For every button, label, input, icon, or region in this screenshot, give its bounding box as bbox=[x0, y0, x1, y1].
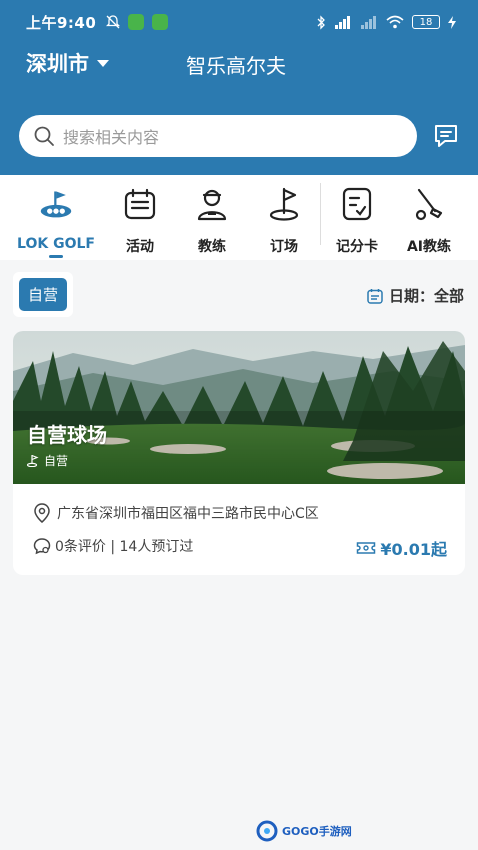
search-input[interactable]: 搜索相关内容 bbox=[19, 115, 417, 157]
app-title: 智乐高尔夫 bbox=[186, 54, 286, 78]
charging-icon bbox=[448, 15, 456, 29]
chevron-down-icon bbox=[97, 59, 109, 67]
category-label: 记分卡 bbox=[336, 239, 378, 255]
status-time: 上午9:40 bbox=[26, 13, 97, 32]
category-label: 教练 bbox=[198, 239, 226, 255]
bluetooth-icon bbox=[317, 14, 325, 30]
category-booking[interactable]: 订场 bbox=[248, 175, 320, 260]
signal-2-icon bbox=[361, 16, 376, 29]
app-notify-icon-2 bbox=[152, 14, 169, 30]
venue-price-text: ¥0.01起 bbox=[380, 540, 447, 559]
app-notify-icon bbox=[128, 14, 145, 30]
ticket-icon bbox=[357, 542, 376, 554]
venue-card[interactable]: 自营球场 自营 广东省深圳市福田区福中三路市民中心C区 0条评价 | 14人预订… bbox=[13, 331, 465, 575]
signal-icon bbox=[335, 16, 350, 29]
venue-name: 自营球场 bbox=[27, 423, 107, 447]
city-label: 深圳市 bbox=[26, 52, 89, 76]
category-ai-coach[interactable]: AI教练 bbox=[393, 175, 465, 260]
city-selector[interactable]: 深圳市 bbox=[26, 48, 109, 78]
battery-icon: 18 bbox=[412, 15, 440, 29]
category-label: LOK GOLF bbox=[17, 236, 95, 252]
category-label: AI教练 bbox=[406, 239, 452, 255]
scorecard-icon bbox=[340, 186, 374, 222]
mute-bell-icon bbox=[106, 15, 121, 29]
watermark: GOGO手游网 bbox=[256, 820, 352, 842]
wifi-icon bbox=[386, 15, 404, 29]
venue-type: 自营 bbox=[27, 452, 68, 469]
search-placeholder: 搜索相关内容 bbox=[63, 128, 160, 147]
venue-image bbox=[13, 331, 465, 484]
venue-price: ¥0.01起 bbox=[356, 536, 447, 560]
status-left-icons bbox=[106, 14, 169, 30]
venue-address-text: 广东省深圳市福田区福中三路市民中心C区 bbox=[57, 506, 319, 522]
coach-icon bbox=[195, 186, 229, 222]
category-scorecard[interactable]: 记分卡 bbox=[321, 175, 393, 260]
flag-small-icon bbox=[27, 454, 39, 467]
watermark-text: GOGO手游网 bbox=[282, 825, 352, 838]
category-activity[interactable]: 活动 bbox=[104, 175, 176, 260]
category-label: 订场 bbox=[270, 239, 298, 255]
search-icon bbox=[34, 126, 54, 146]
venue-stats: 0条评价 | 14人预订过 bbox=[33, 536, 193, 556]
venue-address: 广东省深圳市福田区福中三路市民中心C区 bbox=[33, 503, 319, 523]
location-pin-icon bbox=[34, 503, 50, 523]
calendar-icon bbox=[123, 186, 157, 222]
date-filter[interactable]: 日期：全部 bbox=[367, 285, 464, 306]
watermark-logo-icon bbox=[256, 820, 278, 842]
venue-stats-text: 0条评价 | 14人预订过 bbox=[55, 539, 194, 555]
message-icon[interactable] bbox=[432, 122, 460, 150]
golf-logo-icon bbox=[39, 186, 73, 222]
category-lok-golf[interactable]: LOK GOLF bbox=[8, 175, 104, 260]
category-label: 活动 bbox=[126, 239, 154, 255]
self-operated-tag[interactable]: 自营 bbox=[19, 278, 67, 311]
comment-icon bbox=[33, 538, 51, 555]
category-nav: LOK GOLF 活动 教练 订场 记分卡 AI教练 bbox=[0, 175, 478, 260]
calendar-small-icon bbox=[367, 288, 383, 304]
golf-club-icon bbox=[412, 186, 446, 222]
status-bar: 上午9:40 18 bbox=[0, 0, 478, 44]
category-coach[interactable]: 教练 bbox=[176, 175, 248, 260]
app-header: 上午9:40 18 深圳市 智乐高尔夫 搜索相关内容 bbox=[0, 0, 478, 175]
venue-type-label: 自营 bbox=[44, 454, 69, 468]
flag-icon bbox=[267, 186, 301, 222]
date-filter-label: 日期：全部 bbox=[388, 287, 464, 305]
status-right-icons: 18 bbox=[316, 14, 456, 30]
